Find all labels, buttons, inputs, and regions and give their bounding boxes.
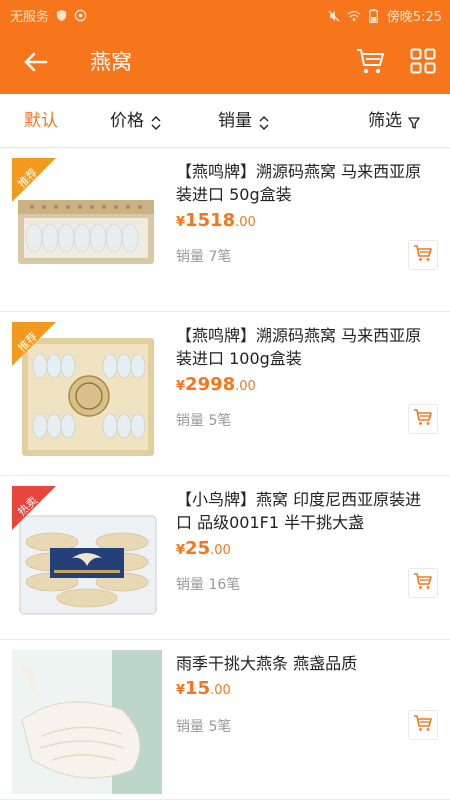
product-item[interactable]: 推荐 【燕鸣牌】溯源码燕窝 马来西亚原装进口 100g盒装 ¥2998.00 销…	[0, 312, 450, 476]
price-decimal: .00	[210, 683, 231, 698]
sort-sales-tab[interactable]: 销量	[218, 108, 270, 134]
sales-count: 销量 16笔	[176, 577, 241, 593]
price-symbol: ¥	[176, 379, 186, 394]
price-integer: 2998	[185, 374, 236, 395]
sort-arrows-icon	[258, 113, 270, 130]
status-bar: 无服务 傍晚5:25	[0, 0, 450, 30]
sort-default-label: 默认	[24, 111, 58, 131]
product-item[interactable]: 雨季干挑大燕条 燕盏品质 ¥15.00 销量 5笔	[0, 640, 450, 800]
add-to-cart-button[interactable]	[408, 240, 438, 270]
mute-icon	[327, 9, 341, 23]
product-image[interactable]: 推荐	[12, 158, 162, 302]
product-image[interactable]: 热卖	[12, 486, 162, 630]
sort-price-tab[interactable]: 价格	[110, 108, 162, 134]
sort-default-tab[interactable]: 默认	[24, 108, 58, 134]
price-symbol: ¥	[176, 683, 186, 698]
sales-count: 销量 7笔	[176, 249, 232, 265]
product-item[interactable]: 推荐 【燕鸣牌】溯源码燕窝 马来西亚原装进口 50g盒装 ¥1518.00 销量…	[0, 148, 450, 312]
price-decimal: .00	[210, 543, 231, 558]
add-to-cart-button[interactable]	[408, 710, 438, 740]
price-symbol: ¥	[176, 215, 186, 230]
product-image[interactable]	[12, 650, 162, 794]
filter-icon	[408, 113, 420, 129]
product-title[interactable]: 【燕鸣牌】溯源码燕窝 马来西亚原装进口 50g盒装	[176, 160, 434, 206]
sort-sales-label: 销量	[218, 111, 252, 131]
page-title: 燕窝	[90, 50, 132, 74]
filter-label: 筛选	[368, 111, 402, 131]
price-symbol: ¥	[176, 543, 186, 558]
sort-price-label: 价格	[110, 111, 144, 131]
sort-arrows-icon	[150, 113, 162, 130]
grid-icon[interactable]	[410, 48, 436, 74]
product-price: ¥15.00	[176, 678, 231, 699]
shield-icon	[54, 9, 68, 23]
clock-text: 傍晚5:25	[386, 10, 442, 25]
price-decimal: .00	[235, 215, 256, 230]
filter-tab[interactable]: 筛选	[368, 108, 420, 134]
add-to-cart-button[interactable]	[408, 404, 438, 434]
price-decimal: .00	[235, 379, 256, 394]
product-image[interactable]: 推荐	[12, 322, 162, 466]
price-integer: 25	[185, 538, 211, 559]
tag-badge: 热卖	[12, 486, 64, 538]
cart-icon	[413, 407, 433, 431]
arrow-left-icon[interactable]	[22, 48, 50, 76]
product-price: ¥25.00	[176, 538, 231, 559]
price-integer: 1518	[185, 210, 236, 231]
cart-icon[interactable]	[355, 46, 385, 76]
product-title[interactable]: 【小鸟牌】燕窝 印度尼西亚原装进口 品级001F1 半干挑大盏	[176, 488, 434, 534]
product-price: ¥2998.00	[176, 374, 256, 395]
add-to-cart-button[interactable]	[408, 568, 438, 598]
battery-icon	[367, 8, 381, 23]
carrier-text: 无服务	[10, 10, 50, 25]
product-title[interactable]: 雨季干挑大燕条 燕盏品质	[176, 652, 434, 675]
sales-count: 销量 5笔	[176, 719, 232, 735]
price-integer: 15	[185, 678, 211, 699]
cart-icon	[413, 571, 433, 595]
app-header: 无服务 傍晚5:25 燕窝	[0, 0, 450, 94]
cart-icon	[413, 243, 433, 267]
product-title[interactable]: 【燕鸣牌】溯源码燕窝 马来西亚原装进口 100g盒装	[176, 324, 434, 370]
product-item[interactable]: 热卖 【小鸟牌】燕窝 印度尼西亚原装进口 品级001F1 半干挑大盏 ¥25.0…	[0, 476, 450, 640]
tag-badge: 推荐	[12, 158, 64, 210]
tag-badge: 推荐	[12, 322, 64, 374]
cart-icon	[413, 713, 433, 737]
sort-bar: 默认 价格 销量 筛选	[0, 94, 450, 148]
wifi-icon	[347, 9, 361, 23]
sales-count: 销量 5笔	[176, 413, 232, 429]
product-price: ¥1518.00	[176, 210, 256, 231]
sync-icon	[73, 9, 87, 23]
